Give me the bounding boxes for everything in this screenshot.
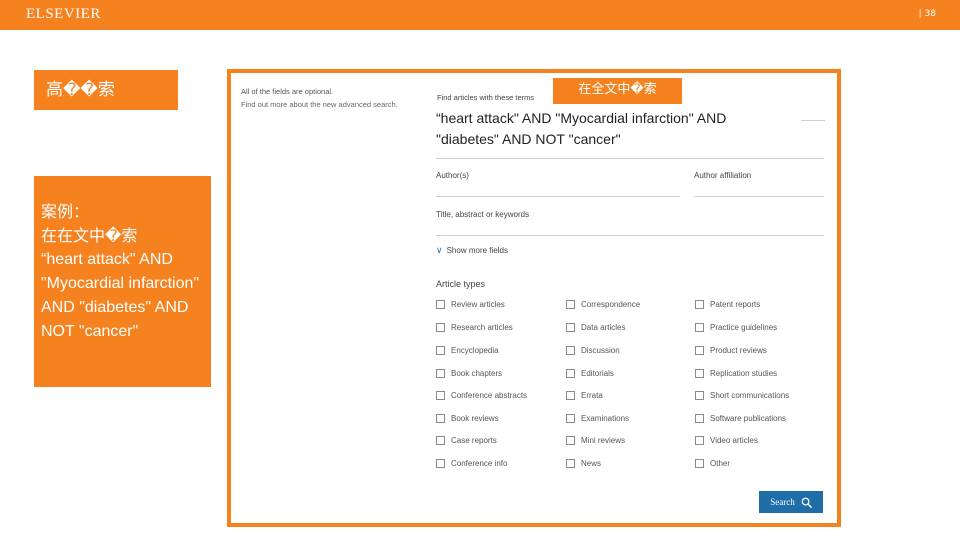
checkbox-icon	[436, 300, 445, 309]
checkbox-discussion[interactable]: Discussion	[566, 346, 620, 355]
checkbox-video-articles[interactable]: Video articles	[695, 436, 758, 445]
checkbox-icon	[695, 369, 704, 378]
terms-input[interactable]: “heart attack" AND "Myocardial infarctio…	[436, 108, 786, 150]
checkbox-data-articles[interactable]: Data articles	[566, 323, 625, 332]
affiliation-underline	[694, 196, 824, 197]
checkbox-patent-reports[interactable]: Patent reports	[695, 300, 760, 309]
checkbox-case-reports[interactable]: Case reports	[436, 436, 497, 445]
checkbox-icon	[566, 323, 575, 332]
checkbox-icon	[436, 391, 445, 400]
checkbox-icon	[566, 436, 575, 445]
checkbox-correspondence[interactable]: Correspondence	[566, 300, 640, 309]
checkbox-icon	[695, 323, 704, 332]
checkbox-practice-guidelines[interactable]: Practice guidelines	[695, 323, 777, 332]
chevron-down-icon: ∨	[436, 245, 443, 255]
article-types-title: Article types	[436, 279, 486, 289]
advanced-search-link[interactable]: Find out more about the new advanced sea…	[241, 100, 398, 109]
top-bar: ELSEVIER | 38	[0, 0, 960, 30]
checkbox-examinations[interactable]: Examinations	[566, 414, 629, 423]
author-field[interactable]: Author(s)	[436, 171, 469, 180]
checkbox-icon	[436, 459, 445, 468]
affiliation-field[interactable]: Author affiliation	[694, 171, 751, 180]
checkbox-icon	[566, 346, 575, 355]
checkbox-icon	[566, 391, 575, 400]
checkbox-icon	[695, 459, 704, 468]
checkbox-icon	[436, 436, 445, 445]
search-button-label: Search	[770, 497, 795, 507]
checkbox-icon	[566, 414, 575, 423]
optional-fields-hint: All of the fields are optional.	[241, 87, 334, 96]
show-more-fields-toggle[interactable]: ∨ Show more fields	[436, 245, 508, 256]
checkbox-icon	[566, 459, 575, 468]
checkbox-replication-studies[interactable]: Replication studies	[695, 369, 777, 378]
case-query-text: “heart attack" AND "Myocardial infarctio…	[41, 251, 200, 340]
title-keywords-underline	[436, 235, 824, 236]
checkbox-encyclopedia[interactable]: Encyclopedia	[436, 346, 499, 355]
full-text-search-badge: 在全文中�索	[553, 78, 682, 104]
checkbox-review-articles[interactable]: Review articles	[436, 300, 505, 309]
checkbox-short-communications[interactable]: Short communications	[695, 391, 789, 400]
checkbox-icon	[436, 369, 445, 378]
checkbox-conference-info[interactable]: Conference info	[436, 459, 507, 468]
case-box: 案例： 在在文中�索 “heart attack" AND "Myocardia…	[34, 176, 211, 387]
checkbox-software-publications[interactable]: Software publications	[695, 414, 786, 423]
checkbox-conference-abstracts[interactable]: Conference abstracts	[436, 391, 527, 400]
search-icon	[801, 497, 812, 508]
checkbox-book-reviews[interactable]: Book reviews	[436, 414, 499, 423]
slide-title: 高��索	[34, 70, 178, 110]
checkbox-news[interactable]: News	[566, 459, 601, 468]
checkbox-research-articles[interactable]: Research articles	[436, 323, 513, 332]
checkbox-icon	[436, 323, 445, 332]
checkbox-icon	[695, 414, 704, 423]
title-keywords-field[interactable]: Title, abstract or keywords	[436, 210, 529, 219]
divider	[436, 158, 824, 159]
checkbox-icon	[566, 369, 575, 378]
checkbox-product-reviews[interactable]: Product reviews	[695, 346, 767, 355]
author-underline	[436, 196, 680, 197]
checkbox-editorials[interactable]: Editorials	[566, 369, 614, 378]
checkbox-errata[interactable]: Errata	[566, 391, 603, 400]
advanced-search-panel: All of the fields are optional. Find out…	[227, 69, 841, 527]
checkbox-icon	[566, 300, 575, 309]
case-title-line-1: 案例：	[41, 202, 90, 221]
checkbox-icon	[695, 300, 704, 309]
show-more-label: Show more fields	[446, 246, 508, 255]
checkbox-icon	[695, 436, 704, 445]
find-terms-label: Find articles with these terms	[437, 93, 535, 102]
checkbox-icon	[695, 346, 704, 355]
case-title-line-2: 在在文中�索	[41, 226, 138, 245]
checkbox-book-chapters[interactable]: Book chapters	[436, 369, 502, 378]
checkbox-icon	[436, 346, 445, 355]
checkbox-mini-reviews[interactable]: Mini reviews	[566, 436, 625, 445]
checkbox-other[interactable]: Other	[695, 459, 730, 468]
elsevier-logo: ELSEVIER	[26, 6, 101, 22]
search-button[interactable]: Search	[759, 491, 823, 513]
checkbox-icon	[436, 414, 445, 423]
terms-input-underline	[801, 120, 825, 121]
page-number: | 38	[918, 9, 936, 19]
checkbox-icon	[695, 391, 704, 400]
